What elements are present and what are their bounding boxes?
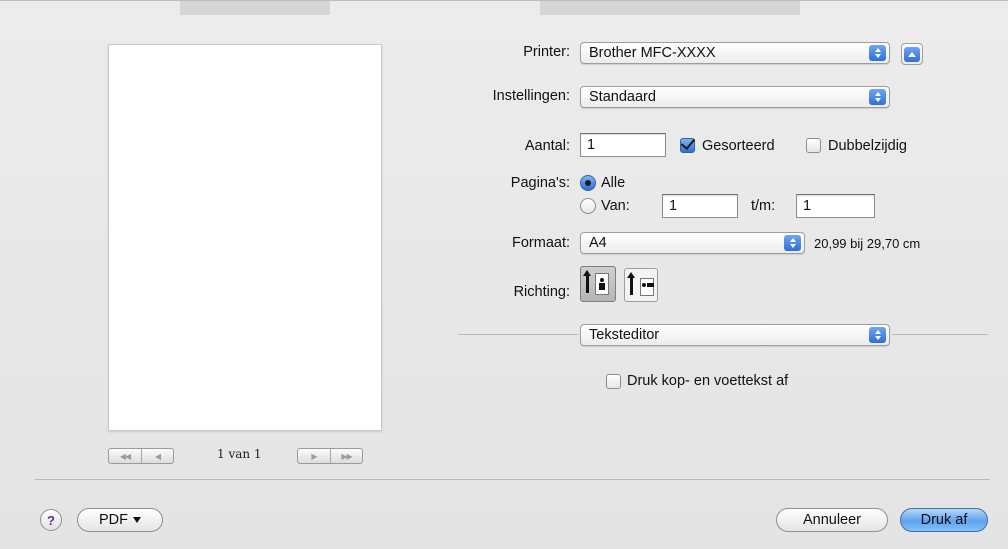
orientation-label: Richting:	[513, 284, 570, 300]
pager-forward: ▶ ▶▶	[297, 448, 363, 464]
header-footer-checkbox[interactable]	[606, 374, 621, 389]
paper-size-popup[interactable]: A4	[580, 232, 805, 254]
help-icon: ?	[47, 512, 55, 528]
popup-arrows-icon	[869, 45, 886, 61]
paper-dimensions: 20,99 bij 29,70 cm	[814, 236, 921, 251]
pages-from-input[interactable]: 1	[662, 194, 738, 218]
popup-arrows-icon	[869, 327, 886, 343]
first-page-button[interactable]: ◀◀	[109, 449, 141, 463]
header-footer-label: Druk kop- en voettekst af	[627, 373, 789, 389]
paper-size-label: Formaat:	[511, 235, 570, 251]
background-stripe	[540, 1, 800, 15]
pdf-button[interactable]: PDF	[77, 508, 163, 532]
panel-value: Teksteditor	[589, 327, 660, 343]
duplex-checkbox[interactable]	[806, 138, 821, 153]
print-preview	[108, 44, 382, 431]
help-button[interactable]: ?	[40, 509, 62, 531]
pages-label: Pagina's:	[510, 175, 570, 191]
last-page-button[interactable]: ▶▶	[330, 449, 362, 463]
collated-checkbox[interactable]	[680, 138, 695, 153]
pages-all-radio[interactable]	[580, 175, 596, 191]
print-label: Druk af	[920, 512, 968, 528]
pages-all-label: Alle	[601, 175, 626, 191]
settings-value: Standaard	[589, 89, 656, 105]
settings-popup[interactable]: Standaard	[580, 86, 890, 108]
pages-range-label: Van:	[601, 198, 630, 214]
printer-popup[interactable]: Brother MFC-XXXX	[580, 42, 890, 64]
copies-input[interactable]: 1	[580, 133, 666, 157]
pages-to-label: t/m:	[751, 198, 776, 214]
pdf-label: PDF	[99, 512, 128, 528]
copies-label: Aantal:	[524, 138, 570, 154]
popup-arrows-icon	[869, 89, 886, 105]
next-page-button[interactable]: ▶	[298, 449, 330, 463]
arrow-up-icon	[583, 270, 591, 293]
printer-label: Printer:	[523, 44, 570, 60]
chevron-down-icon	[133, 517, 141, 523]
portrait-person-icon	[598, 278, 606, 290]
paper-size-value: A4	[589, 235, 607, 251]
previous-page-button[interactable]: ◀	[141, 449, 173, 463]
panel-popup[interactable]: Teksteditor	[580, 324, 890, 346]
landscape-button[interactable]	[624, 268, 658, 302]
settings-label: Instellingen:	[492, 88, 570, 104]
popup-arrows-icon	[784, 235, 801, 251]
landscape-person-icon	[642, 281, 654, 289]
bottom-separator	[35, 479, 990, 480]
cancel-label: Annuleer	[802, 512, 862, 528]
pager-back: ◀◀ ◀	[108, 448, 174, 464]
print-dialog: ◀◀ ◀ 1 van 1 ▶ ▶▶ Printer: Brother MFC-X…	[0, 0, 1008, 549]
page-indicator: 1 van 1	[217, 447, 262, 461]
separator-left	[458, 334, 578, 335]
triangle-up-icon	[904, 46, 920, 62]
background-stripe	[180, 1, 330, 15]
collapse-details-button[interactable]	[901, 43, 923, 65]
duplex-label: Dubbelzijdig	[828, 138, 907, 154]
arrow-up-icon	[627, 272, 635, 295]
separator-right	[892, 334, 988, 335]
portrait-button[interactable]	[580, 266, 616, 302]
cancel-button[interactable]: Annuleer	[776, 508, 888, 532]
printer-value: Brother MFC-XXXX	[589, 45, 716, 61]
collated-label: Gesorteerd	[702, 138, 775, 154]
print-button[interactable]: Druk af	[900, 508, 988, 532]
pages-to-input[interactable]: 1	[796, 194, 875, 218]
pages-range-radio[interactable]	[580, 198, 596, 214]
